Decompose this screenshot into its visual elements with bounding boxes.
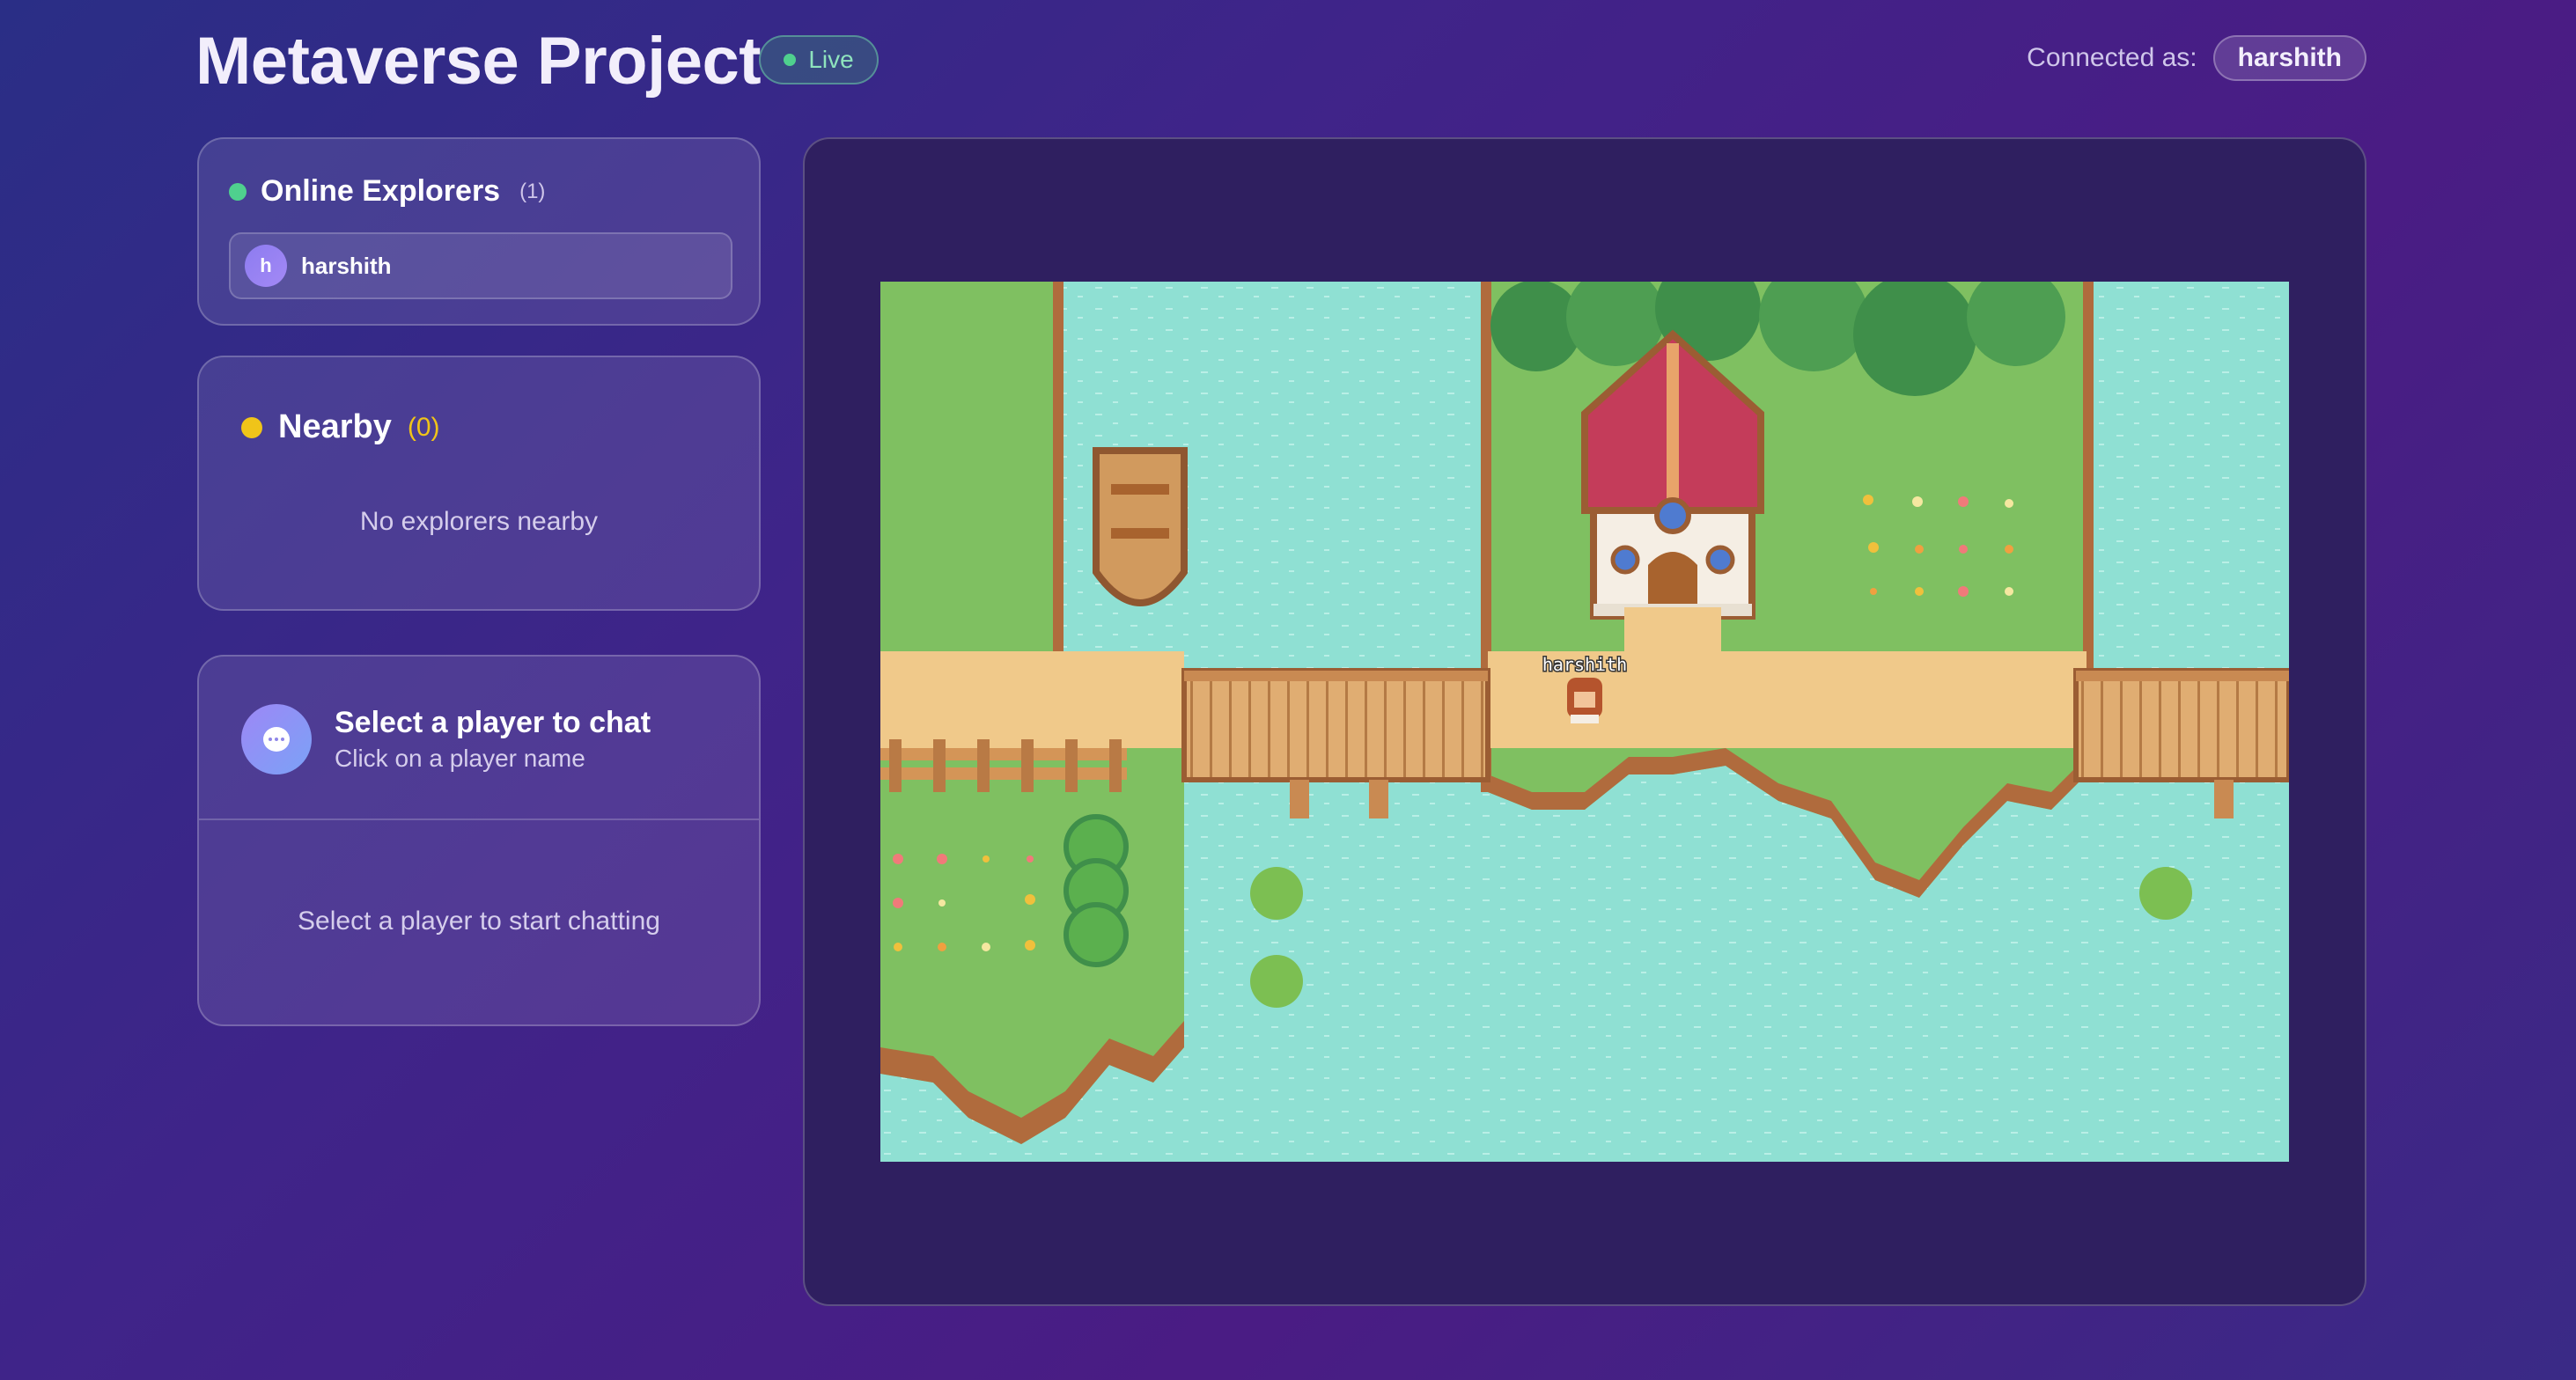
live-dot-icon — [784, 54, 797, 66]
nearby-count: (0) — [407, 412, 440, 442]
player-list-item[interactable]: h harshith — [229, 232, 732, 299]
game-map[interactable]: harshith — [880, 282, 2289, 1162]
bush-column — [1064, 814, 1129, 967]
avatar: h — [245, 245, 287, 287]
chat-bubble-icon — [241, 704, 312, 774]
player-name: harshith — [301, 252, 392, 279]
nearby-panel: Nearby (0) No explorers nearby — [197, 356, 761, 611]
nearby-header: Nearby (0) — [241, 408, 440, 446]
chat-header: Select a player to chat Click on a playe… — [199, 657, 759, 820]
online-explorers-header: Online Explorers (1) — [229, 174, 545, 209]
online-explorers-panel: Online Explorers (1) h harshith — [197, 137, 761, 326]
page-title: Metaverse Project — [195, 24, 762, 99]
online-explorers-count: (1) — [519, 179, 546, 203]
live-status-label: Live — [808, 46, 854, 73]
player-character[interactable] — [1567, 678, 1602, 723]
nearby-title: Nearby — [278, 408, 392, 445]
online-dot-icon — [229, 182, 247, 201]
player-name-label: harshith — [1542, 654, 1627, 675]
boat — [1093, 447, 1188, 606]
game-canvas[interactable]: harshith — [880, 282, 2289, 1162]
chat-subtitle: Click on a player name — [335, 745, 585, 772]
current-user-pill: harshith — [2212, 35, 2366, 81]
chat-panel: Select a player to chat Click on a playe… — [197, 655, 761, 1026]
live-status-badge: Live — [759, 35, 879, 84]
nearby-dot-icon — [241, 416, 262, 438]
chat-empty-text: Select a player to start chatting — [298, 907, 660, 936]
chat-title: Select a player to chat — [335, 706, 651, 739]
online-explorers-title: Online Explorers — [261, 174, 501, 208]
connection-info: Connected as: harshith — [2027, 35, 2366, 81]
nearby-empty-text: No explorers nearby — [359, 507, 599, 536]
connected-as-label: Connected as: — [2027, 43, 2197, 72]
